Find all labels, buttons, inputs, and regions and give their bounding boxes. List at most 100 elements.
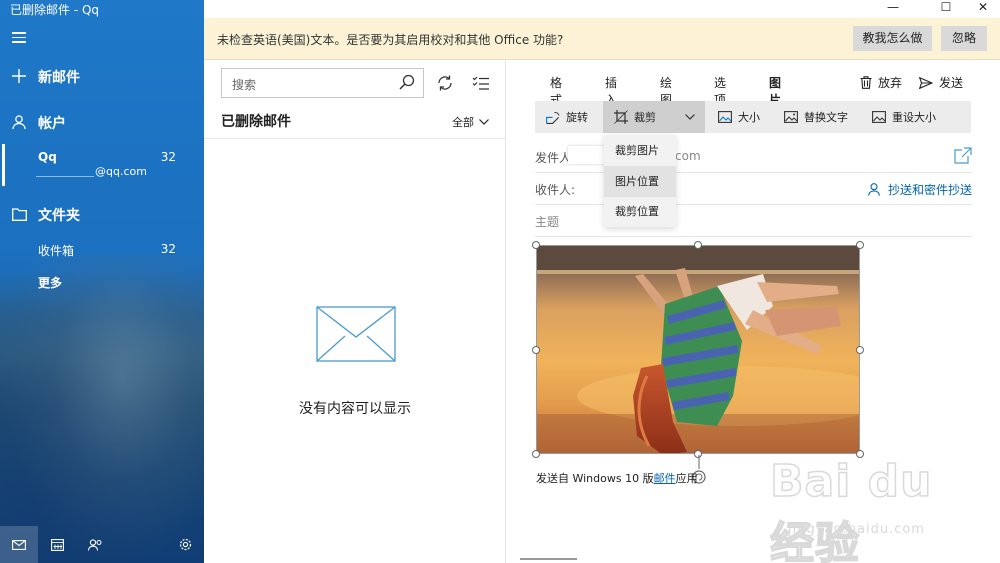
empty-message: 没有内容可以显示	[299, 401, 411, 417]
sidebar-bottom-bar	[0, 526, 204, 563]
image-size-icon	[718, 111, 732, 123]
send-icon	[919, 76, 933, 89]
resize-handle[interactable]	[532, 241, 540, 249]
ignore-button[interactable]: 忽略	[941, 26, 987, 51]
cc-bcc-button[interactable]: 抄送和密件抄送	[868, 181, 972, 198]
resize-handle[interactable]	[856, 346, 864, 354]
discard-button[interactable]: 放弃	[860, 74, 902, 91]
from-field[interactable]: 发件人 com	[535, 141, 972, 173]
folders-label: 文件夹	[38, 208, 80, 224]
folder-label: 更多	[38, 276, 63, 290]
chevron-down-icon	[685, 114, 695, 120]
crop-button[interactable]: 裁剪	[603, 101, 675, 133]
crop-label: 裁剪	[634, 111, 656, 124]
watermark-url: jingyan.baidu.com	[788, 522, 925, 537]
crop-menu-item-crop-position[interactable]: 裁剪位置	[604, 196, 676, 227]
crop-dropdown-button[interactable]	[675, 101, 705, 133]
size-button[interactable]: 大小	[718, 101, 760, 133]
folders-heading[interactable]: 文件夹	[0, 203, 204, 227]
discard-label: 放弃	[878, 76, 903, 90]
infobar-message: 未检查英语(美国)文本。是否要为其启用校对和其他 Office 功能?	[217, 33, 564, 47]
from-label: 发件人	[535, 151, 572, 165]
teach-me-button[interactable]: 教我怎么做	[853, 26, 932, 51]
empty-envelope-icon	[316, 306, 396, 362]
resize-handle[interactable]	[532, 450, 540, 458]
watermark-brand: Bai du 经验	[769, 455, 933, 563]
reset-size-icon	[872, 111, 886, 123]
person-icon	[868, 183, 880, 196]
search-icon[interactable]	[399, 74, 415, 90]
picture-toolbar: 旋转 裁剪 大小 替换文字 重设大小	[535, 101, 971, 133]
maximize-button[interactable]: ☐	[929, 0, 963, 16]
resize-handle[interactable]	[694, 241, 702, 249]
folder-more[interactable]: 更多	[0, 270, 204, 294]
crop-menu: 裁剪图片 图片位置 裁剪位置	[604, 135, 676, 227]
sync-icon[interactable]	[436, 74, 454, 92]
minimize-button[interactable]: —	[876, 0, 910, 16]
crop-icon	[614, 110, 628, 124]
proofing-infobar: 未检查英语(美国)文本。是否要为其启用校对和其他 Office 功能? 教我怎么…	[204, 18, 1000, 60]
popout-icon[interactable]	[954, 147, 972, 164]
sidebar-background	[0, 255, 204, 563]
mail-icon[interactable]	[0, 526, 38, 563]
new-mail-label: 新邮件	[38, 70, 80, 86]
mail-app-link[interactable]: 邮件	[654, 472, 676, 485]
scroll-indicator	[520, 558, 577, 560]
to-field[interactable]: 收件人: 抄送和密件抄送	[535, 173, 972, 205]
filter-label: 全部	[452, 116, 474, 129]
selected-indicator	[2, 144, 5, 186]
sidebar: 已删除邮件 - Qq 新邮件 帐户 Qq @qq.com 32 文件夹 收件箱 …	[0, 0, 204, 563]
close-button[interactable]: ✕	[966, 0, 1000, 16]
new-mail-button[interactable]: 新邮件	[0, 65, 204, 89]
subject-field[interactable]: 主题	[535, 205, 972, 237]
folder-icon	[0, 206, 38, 225]
reset-size-label: 重设大小	[892, 111, 936, 124]
people-icon[interactable]	[76, 526, 114, 563]
select-mode-icon[interactable]	[472, 74, 490, 92]
chevron-down-icon	[479, 119, 489, 125]
rotate-icon	[546, 111, 560, 124]
person-icon	[0, 114, 38, 133]
settings-gear-icon[interactable]	[166, 526, 204, 563]
calendar-icon[interactable]	[38, 526, 76, 563]
folder-label: 收件箱	[38, 244, 75, 258]
window-title: 已删除邮件 - Qq	[10, 3, 100, 17]
plus-icon	[0, 68, 38, 87]
rotate-button[interactable]: 旋转	[546, 101, 588, 133]
from-value: com	[675, 149, 701, 163]
divider	[204, 138, 506, 139]
email-signature: 发送自 Windows 10 版邮件应用	[536, 470, 698, 486]
account-unread-count: 32	[160, 150, 176, 164]
reset-size-button[interactable]: 重设大小	[872, 101, 936, 133]
redacted-email	[36, 167, 94, 177]
inserted-photo[interactable]	[536, 245, 860, 454]
resize-handle[interactable]	[532, 346, 540, 354]
search-input[interactable]: 搜索	[221, 68, 424, 98]
send-button[interactable]: 发送	[919, 74, 963, 91]
filter-dropdown[interactable]: 全部	[452, 114, 489, 130]
alt-text-button[interactable]: 替换文字	[784, 101, 848, 133]
hamburger-menu-icon[interactable]	[12, 32, 26, 43]
folder-title: 已删除邮件	[221, 114, 291, 130]
signature-suffix: 应用	[675, 472, 698, 485]
resize-handle[interactable]	[856, 241, 864, 249]
cc-bcc-label: 抄送和密件抄送	[887, 183, 972, 197]
crop-menu-item-picture-position[interactable]: 图片位置	[604, 166, 676, 197]
signature-prefix: 发送自 Windows 10 版	[536, 472, 654, 485]
subject-label: 主题	[535, 215, 560, 229]
trash-icon	[860, 76, 872, 89]
account-name: Qq	[38, 150, 57, 164]
accounts-heading[interactable]: 帐户	[0, 111, 204, 135]
crop-menu-item-crop-picture[interactable]: 裁剪图片	[604, 135, 676, 166]
rotate-label: 旋转	[566, 111, 588, 124]
baidu-watermark: Bai du 经验 jingyan.baidu.com	[769, 455, 990, 563]
send-label: 发送	[939, 76, 964, 90]
account-email: @qq.com	[95, 165, 147, 178]
account-item[interactable]: Qq @qq.com 32	[0, 144, 204, 186]
message-list-pane: 搜索 已删除邮件 全部 没有内容可以显示	[204, 60, 506, 563]
alt-text-icon	[784, 111, 798, 123]
folder-inbox[interactable]: 收件箱 32	[0, 238, 204, 262]
to-label: 收件人:	[535, 183, 576, 197]
folder-count: 32	[160, 242, 176, 256]
search-placeholder: 搜索	[232, 78, 257, 92]
